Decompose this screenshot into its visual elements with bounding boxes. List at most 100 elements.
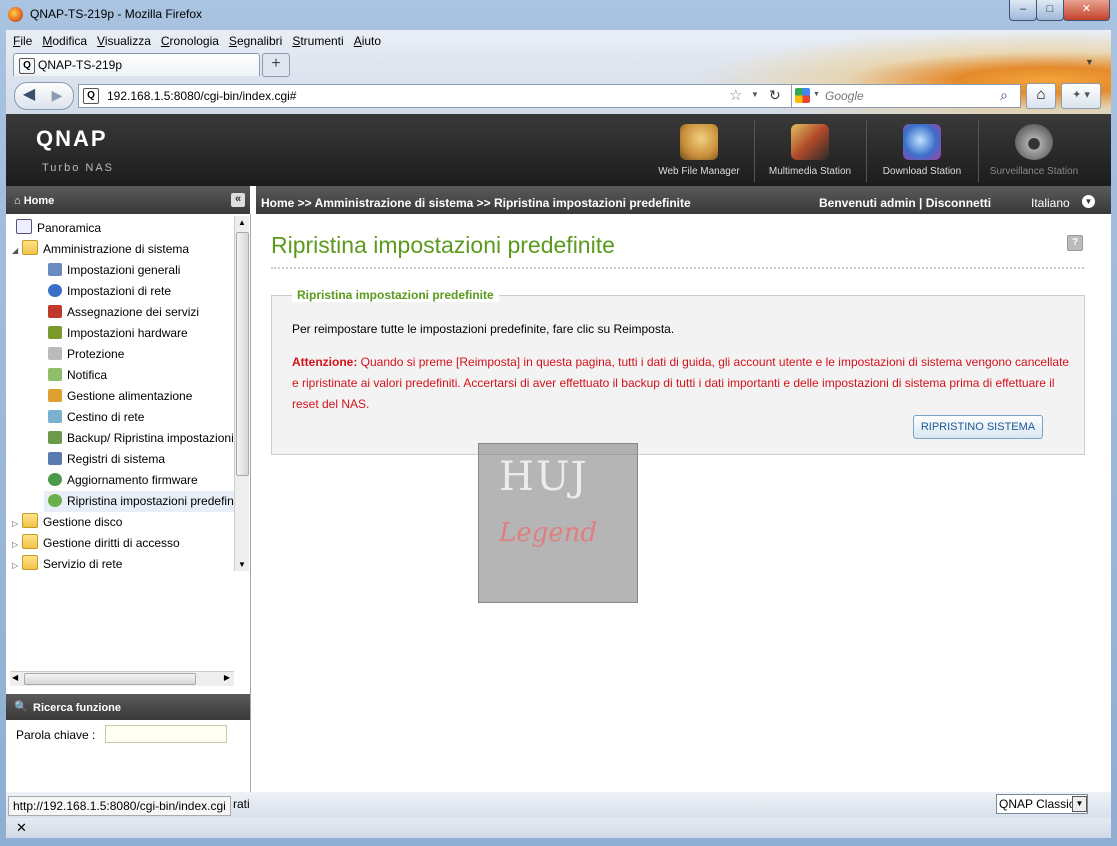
tree-vertical-scrollbar[interactable]: ▲ ▼ — [234, 216, 249, 571]
close-window-button[interactable]: ✕ — [1063, 0, 1110, 21]
reload-icon[interactable]: ↻ — [769, 87, 781, 104]
search-box[interactable]: ▼ Google ⌕ — [791, 84, 1021, 108]
scroll-up-icon[interactable]: ▲ — [238, 218, 246, 227]
google-icon[interactable] — [795, 88, 810, 103]
theme-select[interactable]: QNAP Classic ▼ — [996, 794, 1088, 814]
tree-horizontal-scrollbar[interactable]: ◀ ▶ — [10, 671, 234, 686]
warning-body: Quando si preme [Reimposta] in questa pa… — [292, 355, 1070, 411]
app-label: Multimedia Station — [768, 166, 852, 177]
menu-cronologia[interactable]: Cronologia — [156, 32, 224, 50]
app-download-station[interactable]: Download Station — [866, 120, 977, 182]
title-divider — [271, 267, 1084, 269]
forward-button[interactable]: ▶ — [47, 84, 67, 106]
welcome-logout[interactable]: Benvenuti admin | Disconnetti — [819, 196, 991, 210]
home-link[interactable]: ⌂ Home — [14, 195, 54, 207]
power-icon — [48, 389, 62, 402]
tree-item-gestione-alimentazione[interactable]: Gestione alimentazione — [48, 386, 192, 407]
tree-item-backup-ripristina[interactable]: Backup/ Ripristina impostazioni — [48, 428, 234, 449]
menu-visualizza[interactable]: Visualizza — [92, 32, 156, 50]
collapsed-arrow-icon[interactable]: ▷ — [12, 555, 22, 571]
scroll-left-icon[interactable]: ◀ — [12, 673, 18, 682]
search-icon: 🔍 — [14, 701, 28, 713]
scroll-down-icon[interactable]: ▼ — [238, 560, 246, 569]
theme-dropdown-icon[interactable]: ▼ — [1072, 796, 1087, 812]
history-dropdown-icon[interactable]: ▼ — [751, 90, 759, 99]
new-tab-button[interactable]: + — [262, 53, 290, 77]
url-text[interactable]: 192.168.1.5:8080/cgi-bin/index.cgi# — [107, 89, 296, 103]
tree-label: Panoramica — [37, 221, 102, 235]
app-web-file-manager[interactable]: Web File Manager — [644, 120, 754, 182]
tree-label: Notifica — [67, 368, 108, 382]
addon-button[interactable]: ✦ ▾ — [1061, 83, 1101, 109]
tree-item-cestino-rete[interactable]: Cestino di rete — [48, 407, 144, 428]
menu-segnalibri[interactable]: Segnalibri — [224, 32, 287, 50]
menu-tree: Panoramica ◢ Amministrazione di sistema I… — [10, 216, 234, 571]
back-button[interactable]: ◀ — [17, 84, 41, 106]
page-title: Ripristina impostazioni predefinite — [271, 232, 615, 258]
tree-folder-diritti-accesso[interactable]: ▷ Gestione diritti di accesso — [12, 533, 180, 554]
home-icon: ⌂ — [1036, 86, 1046, 103]
tree-item-assegnazione-servizi[interactable]: Assegnazione dei servizi — [48, 302, 199, 323]
tree-label: Protezione — [67, 347, 125, 361]
tree-folder-servizio-rete[interactable]: ▷ Servizio di rete — [12, 554, 122, 571]
collapsed-arrow-icon[interactable]: ▷ — [12, 513, 22, 534]
url-bar[interactable]: Q 192.168.1.5:8080/cgi-bin/index.cgi# ☆ … — [78, 84, 793, 108]
search-icon[interactable]: ⌕ — [1000, 87, 1008, 104]
scroll-thumb[interactable] — [236, 232, 249, 476]
site-icon: Q — [83, 88, 99, 104]
menu-file[interactable]: File — [8, 32, 37, 50]
search-input[interactable]: Google — [825, 89, 864, 103]
services-icon — [48, 305, 62, 318]
tree-label: Servizio di rete — [43, 557, 123, 571]
sidebar: Panoramica ◢ Amministrazione di sistema I… — [6, 214, 251, 792]
tree-item-ripristina-predefinite[interactable]: Ripristina impostazioni predefinite — [44, 491, 234, 512]
tree-item-aggiornamento-firmware[interactable]: Aggiornamento firmware — [48, 470, 198, 491]
qnap-favicon-icon: Q — [19, 58, 35, 74]
theme-value: QNAP Classic — [999, 797, 1075, 811]
minimize-button[interactable]: – — [1009, 0, 1037, 21]
tree-folder-amministrazione[interactable]: ◢ Amministrazione di sistema — [12, 239, 189, 260]
menu-strumenti[interactable]: Strumenti — [287, 32, 348, 50]
scroll-right-icon[interactable]: ▶ — [224, 673, 230, 682]
browser-window: QNAP-TS-219p - Mozilla Firefox – □ ✕ Fil… — [0, 0, 1117, 846]
download-station-icon — [903, 124, 941, 160]
folder-icon — [22, 513, 38, 528]
app-surveillance-station[interactable]: Surveillance Station — [978, 120, 1089, 182]
browser-tab[interactable]: Q QNAP-TS-219p — [13, 53, 260, 76]
main-header: Home >> Amministrazione di sistema >> Ri… — [256, 186, 1111, 214]
tree-item-panoramica[interactable]: Panoramica — [16, 218, 101, 239]
network-icon — [48, 284, 62, 297]
collapse-sidebar-icon[interactable]: « — [231, 193, 245, 207]
tree-folder-gestione-disco[interactable]: ▷ Gestione disco — [12, 512, 122, 533]
tree-label: Amministrazione di sistema — [43, 242, 190, 256]
menu-modifica[interactable]: Modifica — [37, 32, 92, 50]
qnap-banner: QNAP Turbo NAS Web File Manager Multimed… — [6, 114, 1111, 186]
scroll-thumb[interactable] — [24, 673, 196, 685]
help-icon[interactable]: ? — [1067, 235, 1083, 251]
tab-list-icon[interactable]: ▼ — [1085, 57, 1094, 67]
menu-aiuto[interactable]: Aiuto — [349, 32, 386, 50]
tree-item-protezione[interactable]: Protezione — [48, 344, 124, 365]
turbo-nas-label: Turbo NAS — [42, 162, 115, 174]
reset-system-button[interactable]: RIPRISTINO SISTEMA — [913, 415, 1043, 439]
keyword-input[interactable] — [105, 725, 227, 743]
maximize-button[interactable]: □ — [1036, 0, 1064, 21]
home-button[interactable]: ⌂ — [1026, 83, 1056, 109]
bookmark-star-icon[interactable]: ☆ — [729, 86, 742, 104]
tree-item-impostazioni-generali[interactable]: Impostazioni generali — [48, 260, 180, 281]
language-select[interactable]: Italiano — [1031, 196, 1070, 210]
language-dropdown-icon[interactable]: ▼ — [1082, 195, 1095, 208]
back-forward-group: ◀ ▶ — [14, 82, 74, 110]
app-multimedia-station[interactable]: Multimedia Station — [754, 120, 865, 182]
close-addon-bar-icon[interactable]: ✕ — [16, 820, 27, 836]
breadcrumb[interactable]: Home >> Amministrazione di sistema >> Ri… — [261, 196, 691, 210]
tree-item-impostazioni-hardware[interactable]: Impostazioni hardware — [48, 323, 188, 344]
search-engine-dropdown-icon[interactable]: ▼ — [813, 91, 820, 98]
tree-item-impostazioni-rete[interactable]: Impostazioni di rete — [48, 281, 171, 302]
log-icon — [48, 452, 62, 465]
collapsed-arrow-icon[interactable]: ▷ — [12, 534, 22, 555]
tree-item-notifica[interactable]: Notifica — [48, 365, 107, 386]
expanded-arrow-icon[interactable]: ◢ — [12, 240, 22, 261]
tree-label: Aggiornamento firmware — [67, 473, 198, 487]
tree-item-registri-sistema[interactable]: Registri di sistema — [48, 449, 165, 470]
